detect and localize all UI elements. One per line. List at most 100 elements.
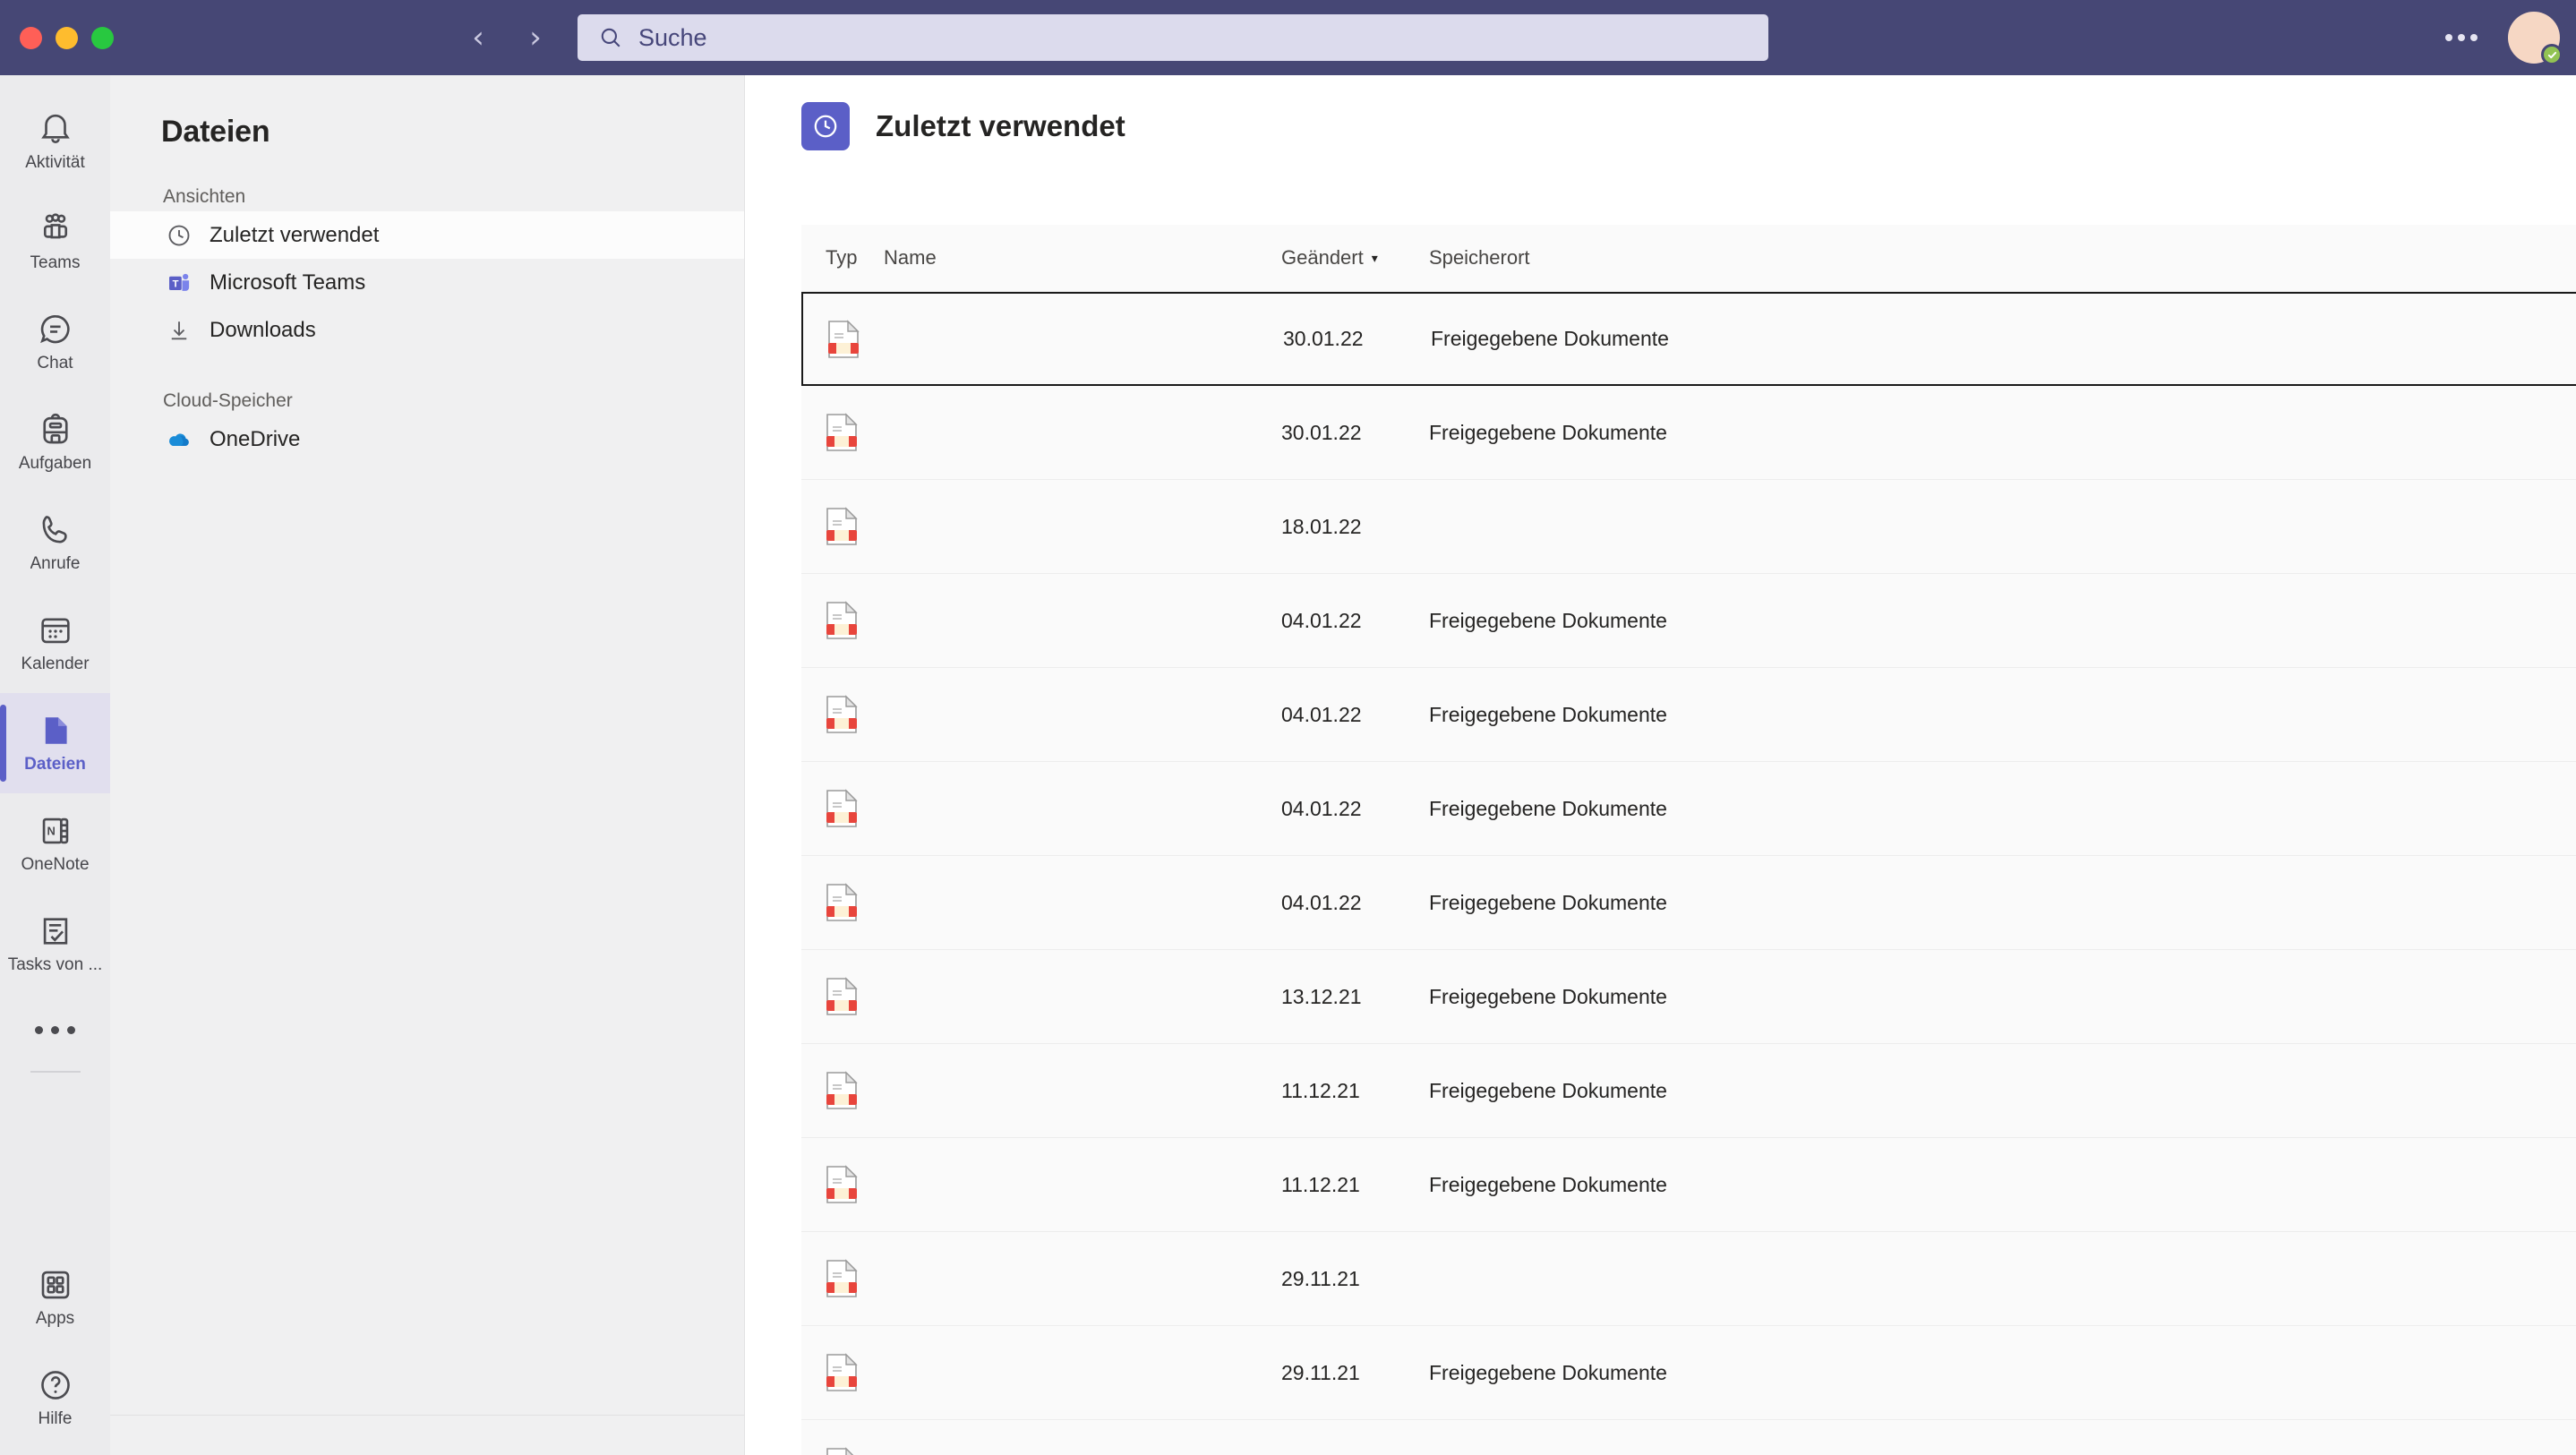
panel-item-onedrive[interactable]: OneDrive: [110, 415, 744, 463]
pdf-file-icon: [826, 977, 858, 1016]
column-header-speicherort[interactable]: Speicherort: [1429, 246, 2576, 270]
panel-section-heading-cloud-speicher: Cloud-Speicher: [163, 390, 293, 411]
back-arrow-icon[interactable]: ‹: [463, 20, 493, 56]
chat-bubble-icon: [37, 311, 74, 348]
sidebar-item-dateien[interactable]: Dateien: [0, 693, 110, 793]
rail-divider: [30, 1071, 81, 1073]
calendar-icon: [37, 612, 74, 649]
pdf-file-icon: [826, 507, 858, 546]
sidebar-item-anrufe[interactable]: Anrufe: [0, 492, 110, 593]
panel-bottom-divider: [110, 1415, 744, 1416]
close-window-button[interactable]: [20, 26, 42, 49]
panel-item-label: Microsoft Teams: [210, 270, 366, 295]
clock-icon: [166, 222, 193, 249]
maximize-window-button[interactable]: [91, 26, 114, 49]
file-location-cell: Freigegebene Dokumente: [1429, 796, 1667, 820]
panel-item-zuletzt-verwendet[interactable]: Zuletzt verwendet: [110, 211, 744, 259]
table-row[interactable]: 16.11.21Freigegebene Dokumente: [801, 1420, 2576, 1455]
sidebar-item-label: Apps: [35, 1309, 75, 1328]
pdf-file-icon: [826, 789, 858, 828]
pdf-file-icon: [826, 1447, 858, 1455]
file-modified-cell: 29.11.21: [1281, 1266, 1360, 1290]
file-type-cell: [803, 319, 886, 359]
file-location-cell: Freigegebene Dokumente: [1429, 984, 1667, 1008]
file-type-cell: [801, 1353, 884, 1392]
table-row[interactable]: 04.01.22 Freigegebene Dokumente: [801, 762, 2576, 856]
file-type-cell: [801, 413, 884, 452]
forward-arrow-icon[interactable]: ›: [520, 20, 551, 56]
sidebar-item-hilfe[interactable]: Hilfe: [0, 1348, 110, 1448]
left-app-rail: Aktivität Teams Chat Aufgaben Anrufe Kal…: [0, 75, 110, 1455]
pdf-file-icon: [826, 1353, 858, 1392]
file-type-cell: [801, 507, 884, 546]
table-row[interactable]: 30.01.22 Freigegebene Dokumente: [801, 386, 2576, 480]
question-circle-icon: [37, 1366, 74, 1404]
search-placeholder: Suche: [638, 23, 707, 51]
page-title: Dateien: [161, 115, 270, 149]
column-header-name[interactable]: Name: [884, 246, 1281, 270]
clock-icon: [801, 102, 850, 150]
minimize-window-button[interactable]: [56, 26, 78, 49]
rail-bottom-items: Apps Hilfe: [0, 1247, 110, 1448]
pdf-file-icon: [826, 883, 858, 922]
window-titlebar: ‹ › Suche: [0, 0, 2576, 75]
teams-icon: T: [166, 270, 193, 296]
pdf-file-icon: [827, 319, 860, 359]
file-location-cell: Freigegebene Dokumente: [1431, 327, 1669, 350]
table-row[interactable]: 29.11.21 Freigegebene Dokumente: [801, 1326, 2576, 1420]
pdf-file-icon: [826, 413, 858, 452]
sidebar-item-onenote[interactable]: N OneNote: [0, 793, 110, 894]
panel-item-microsoft-teams[interactable]: T Microsoft Teams: [110, 259, 744, 306]
search-input[interactable]: Suche: [578, 14, 1768, 61]
sidebar-item-label: Anrufe: [30, 554, 81, 573]
sidebar-item-tasks[interactable]: Tasks von ...: [0, 894, 110, 994]
sidebar-item-aufgaben[interactable]: Aufgaben: [0, 392, 110, 492]
apps-grid-icon: [37, 1266, 74, 1304]
file-icon: [37, 712, 74, 749]
sidebar-item-label: OneNote: [21, 855, 90, 874]
panel-item-label: Downloads: [210, 317, 316, 342]
svg-text:N: N: [47, 825, 55, 838]
column-header-geaendert[interactable]: Geändert ▾: [1281, 246, 1429, 270]
table-row[interactable]: 18.01.22: [801, 480, 2576, 574]
sidebar-item-chat[interactable]: Chat: [0, 292, 110, 392]
sidebar-item-apps[interactable]: Apps: [0, 1247, 110, 1348]
table-row[interactable]: 11.12.21 Freigegebene Dokumente: [801, 1044, 2576, 1138]
file-modified-cell: 30.01.22: [1281, 420, 1362, 444]
file-modified-cell: 04.01.22: [1281, 890, 1362, 914]
column-header-typ[interactable]: Typ: [801, 246, 884, 270]
rail-more-apps-button[interactable]: [0, 994, 110, 1066]
main-content: Zuletzt verwendet Typ Name Geändert ▾ Sp…: [745, 75, 2576, 1455]
table-row[interactable]: 13.12.21 Freigegebene Dokumente: [801, 950, 2576, 1044]
onedrive-cloud-icon: [166, 426, 193, 453]
table-row[interactable]: 04.01.22 Freigegebene Dokumente: [801, 574, 2576, 668]
table-row[interactable]: 30.01.22 Freigegebene Dokumente: [801, 292, 2576, 386]
avatar[interactable]: [2508, 12, 2563, 65]
file-type-cell: [801, 601, 884, 640]
file-type-cell: [801, 789, 884, 828]
table-row[interactable]: 11.12.21 Freigegebene Dokumente: [801, 1138, 2576, 1232]
sidebar-item-label: Chat: [37, 354, 73, 372]
file-location-cell: Freigegebene Dokumente: [1429, 1172, 1667, 1196]
table-body: 30.01.22 Freigegebene Dokumente 30.01.22 Fr…: [801, 292, 2576, 1455]
sidebar-item-teams[interactable]: Teams: [0, 192, 110, 292]
panel-item-downloads[interactable]: Downloads: [110, 306, 744, 354]
table-header-row: Typ Name Geändert ▾ Speicherort: [801, 225, 2576, 292]
table-row[interactable]: 29.11.21: [801, 1232, 2576, 1326]
phone-icon: [37, 511, 74, 549]
file-modified-cell: 29.11.21: [1281, 1360, 1360, 1384]
sidebar-item-label: Tasks von ...: [7, 955, 103, 974]
table-row[interactable]: 04.01.22 Freigegebene Dokumente: [801, 668, 2576, 762]
sidebar-item-aktivitat[interactable]: Aktivität: [0, 91, 110, 192]
titlebar-right-cluster: [2440, 0, 2563, 75]
file-modified-cell: 13.12.21: [1281, 984, 1362, 1008]
settings-more-icon[interactable]: [2440, 20, 2483, 56]
panel-section-heading-ansichten: Ansichten: [163, 186, 246, 207]
sidebar-item-label: Aufgaben: [18, 454, 92, 473]
file-modified-cell: 04.01.22: [1281, 796, 1362, 820]
table-row[interactable]: 04.01.22 Freigegebene Dokumente: [801, 856, 2576, 950]
file-modified-cell: 30.01.22: [1283, 327, 1364, 350]
sidebar-item-kalender[interactable]: Kalender: [0, 593, 110, 693]
file-type-cell: [801, 695, 884, 734]
file-modified-cell: 11.12.21: [1281, 1078, 1360, 1102]
